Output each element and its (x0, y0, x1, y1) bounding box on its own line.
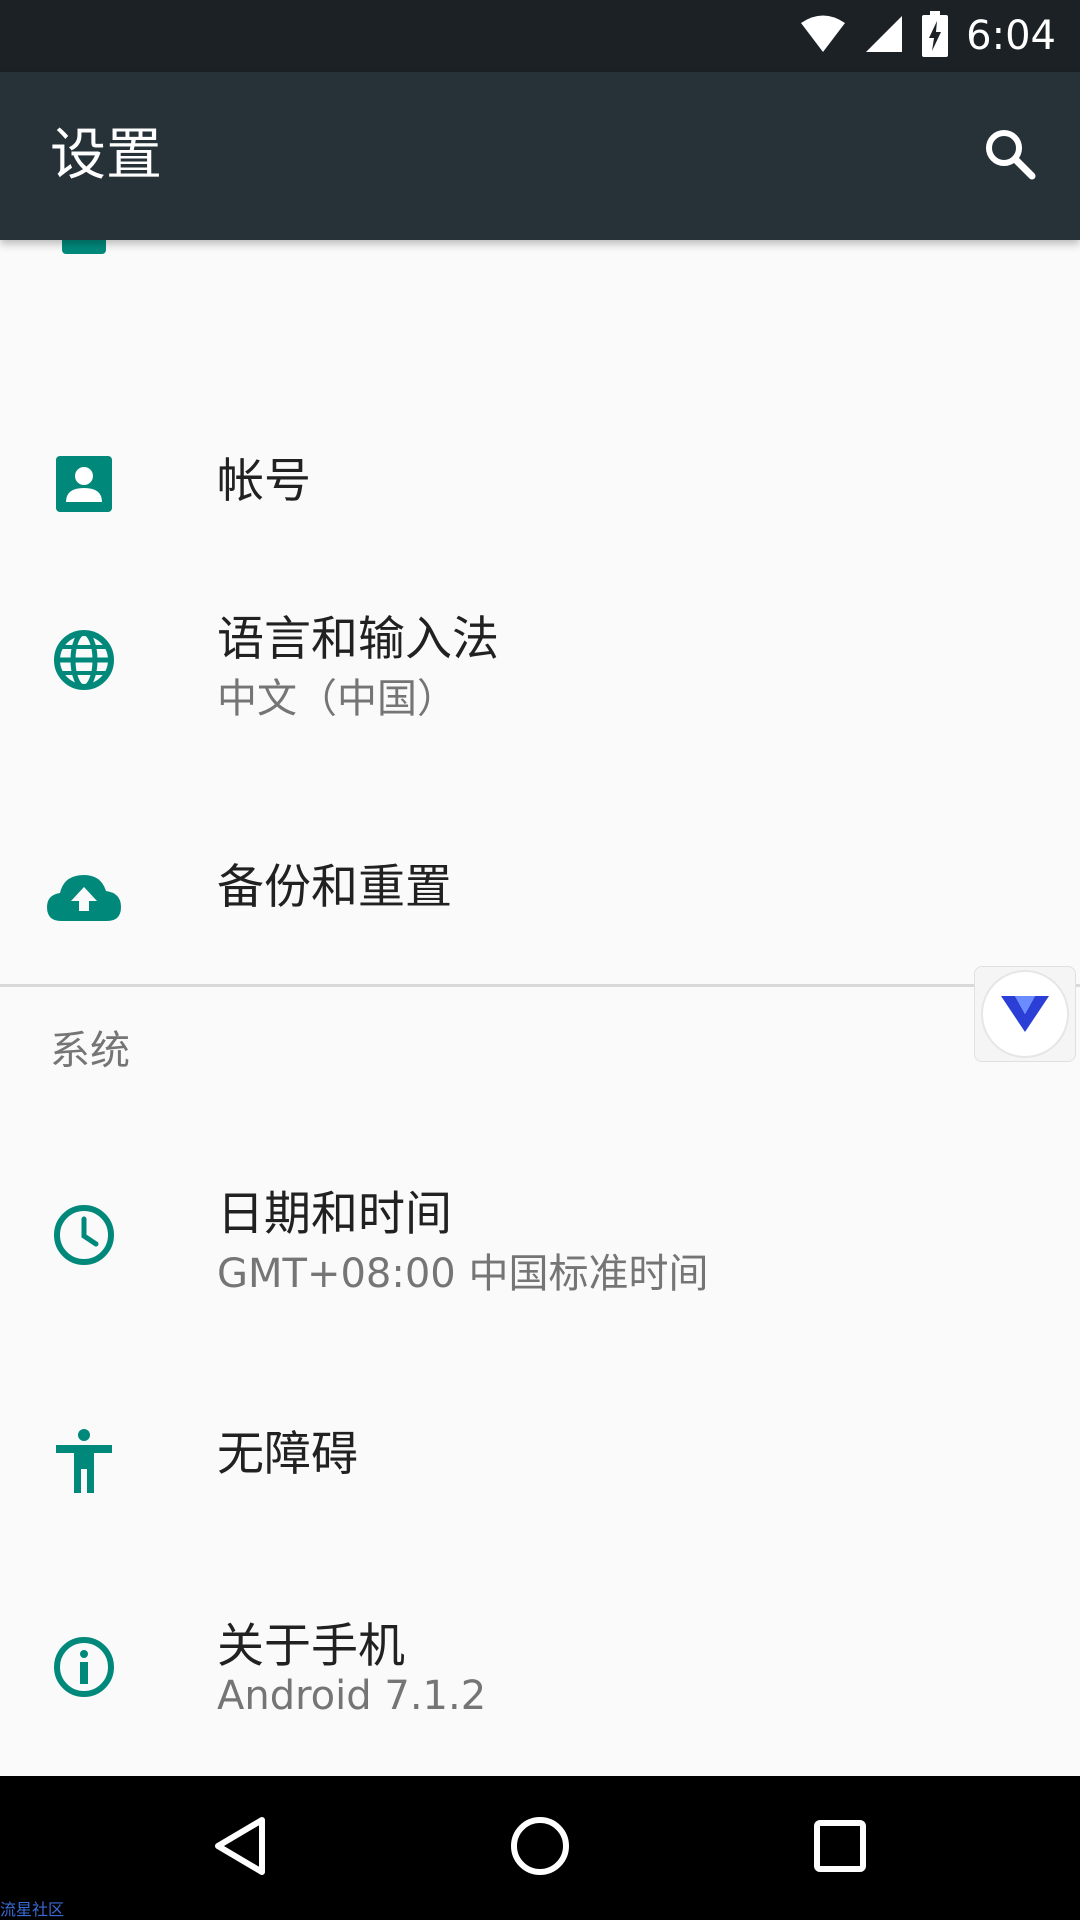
app-bar: 设置 (0, 72, 1080, 240)
navigation-bar (0, 1776, 1080, 1920)
floating-assistant-button[interactable] (974, 966, 1076, 1062)
search-button[interactable] (974, 120, 1046, 192)
settings-item-about-phone[interactable]: 关于手机 Android 7.1.2 (0, 1607, 1080, 1776)
page-title: 设置 (50, 123, 162, 188)
signal-icon (864, 14, 904, 58)
globe-icon (44, 620, 124, 700)
settings-item-title: 语言和输入法 (217, 612, 499, 667)
settings-list: 安全 帐号 语言和输入法 中文（中国） (0, 240, 1080, 1776)
home-button[interactable] (490, 1798, 590, 1898)
recents-icon (814, 1820, 866, 1876)
settings-item-title: 备份和重置 (217, 860, 452, 915)
settings-item-title: 无障碍 (217, 1427, 358, 1482)
settings-item-title: 安全 (217, 240, 311, 247)
account-box-icon (44, 444, 124, 524)
wifi-icon (800, 14, 846, 58)
settings-item-title: 帐号 (217, 454, 311, 509)
info-icon (44, 1627, 124, 1707)
settings-item-security[interactable]: 安全 (0, 240, 1080, 300)
home-icon (510, 1816, 570, 1880)
search-icon (982, 126, 1038, 186)
status-bar: 6:04 (0, 0, 1080, 72)
watermark-text: 流星社区 (0, 1900, 65, 1919)
settings-item-summary: Android 7.1.2 (217, 1673, 487, 1719)
settings-item-summary: GMT+08:00 中国标准时间 (217, 1251, 709, 1297)
settings-item-title: 关于手机 (217, 1619, 405, 1674)
section-header-system: 系统 (50, 1028, 130, 1074)
battery-charging-icon (922, 11, 949, 61)
floating-assistant-icon (981, 970, 1069, 1058)
settings-item-summary: 中文（中国） (217, 676, 457, 722)
settings-item-date-time[interactable]: 日期和时间 GMT+08:00 中国标准时间 (0, 1175, 1080, 1375)
status-time: 6:04 (966, 13, 1056, 59)
recents-button[interactable] (790, 1798, 890, 1898)
accessibility-icon (44, 1421, 124, 1501)
settings-item-title: 日期和时间 (217, 1187, 452, 1242)
settings-item-language[interactable]: 语言和输入法 中文（中国） (0, 600, 1080, 800)
back-icon (212, 1816, 268, 1880)
settings-item-backup[interactable]: 备份和重置 (0, 840, 1080, 1040)
back-button[interactable] (190, 1798, 290, 1898)
cloud-upload-icon (44, 858, 124, 938)
status-icons: 6:04 (800, 0, 1056, 72)
section-divider (0, 984, 1080, 987)
lock-icon (44, 240, 124, 270)
clock-icon (44, 1195, 124, 1275)
settings-item-accessibility[interactable]: 无障碍 (0, 1415, 1080, 1615)
